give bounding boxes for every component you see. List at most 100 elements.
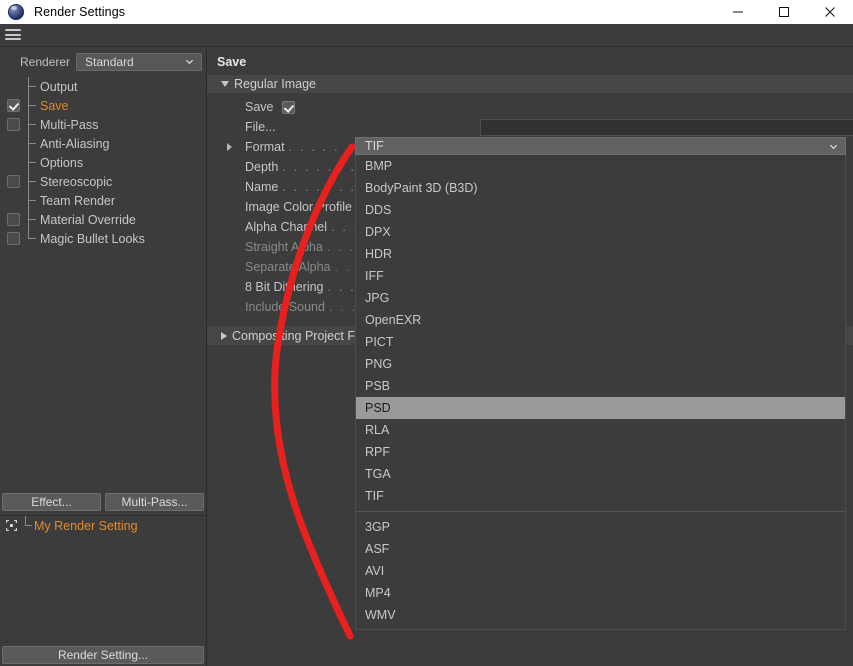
sidebar-item-multi-pass[interactable]: Multi-Pass bbox=[0, 115, 206, 134]
dropdown-option[interactable]: PSB bbox=[356, 375, 845, 397]
sidebar-item-label: Team Render bbox=[40, 193, 116, 208]
row-label: 8 Bit Dithering bbox=[245, 280, 324, 294]
window-controls bbox=[715, 0, 853, 24]
magic-bullet-looks-checkbox[interactable] bbox=[6, 232, 20, 245]
dropdown-option[interactable]: TGA bbox=[356, 463, 845, 485]
dropdown-option[interactable]: OpenEXR bbox=[356, 309, 845, 331]
checkbox-slot bbox=[0, 96, 26, 115]
sidebar-item-stereoscopic[interactable]: Stereoscopic bbox=[0, 172, 206, 191]
page-title: Save bbox=[217, 55, 247, 69]
row-label: Separate Alpha bbox=[245, 260, 331, 274]
cinema4d-logo-icon bbox=[8, 4, 24, 20]
tree-elbow bbox=[26, 134, 40, 153]
format-combobox[interactable]: TIF bbox=[355, 137, 846, 155]
dropdown-option[interactable]: BMP bbox=[356, 155, 845, 177]
checkbox-slot bbox=[0, 210, 26, 229]
render-setting-button[interactable]: Render Setting... bbox=[2, 646, 204, 664]
dropdown-option[interactable]: RLA bbox=[356, 419, 845, 441]
checkbox-slot bbox=[0, 134, 26, 153]
multi-pass-checkbox[interactable] bbox=[6, 118, 20, 131]
material-override-checkbox[interactable] bbox=[6, 213, 20, 226]
render-settings-window: Render Settings Renderer Standard Output… bbox=[0, 0, 853, 666]
file-input[interactable] bbox=[480, 119, 853, 136]
row-label: Format bbox=[245, 140, 285, 154]
sidebar-item-label: Output bbox=[40, 79, 78, 94]
dropdown-option[interactable]: TIF bbox=[356, 485, 845, 507]
sidebar-item-team-render[interactable]: Team Render bbox=[0, 191, 206, 210]
sidebar-item-output[interactable]: Output bbox=[0, 77, 206, 96]
sidebar-item-magic-bullet-looks[interactable]: Magic Bullet Looks bbox=[0, 229, 206, 248]
format-value: TIF bbox=[365, 139, 384, 153]
row-label: Straight Alpha bbox=[245, 240, 323, 254]
menu-strip bbox=[0, 24, 853, 47]
stereoscopic-checkbox[interactable] bbox=[6, 175, 20, 188]
sidebar-item-options[interactable]: Options bbox=[0, 153, 206, 172]
multi-pass-button[interactable]: Multi-Pass... bbox=[105, 493, 204, 511]
dropdown-option[interactable]: ASF bbox=[356, 538, 845, 560]
row-label: File... bbox=[245, 120, 276, 134]
dropdown-option[interactable]: DPX bbox=[356, 221, 845, 243]
dropdown-option[interactable]: JPG bbox=[356, 287, 845, 309]
checkbox-slot bbox=[0, 153, 26, 172]
checkbox-slot bbox=[0, 172, 26, 191]
group-title: Compositing Project File bbox=[232, 328, 368, 343]
regular-image-group-header[interactable]: Regular Image bbox=[207, 75, 853, 93]
sidebar-item-label: Save bbox=[40, 98, 69, 113]
save-checkbox[interactable] bbox=[281, 100, 295, 114]
tree-elbow bbox=[26, 191, 40, 210]
dropdown-option[interactable]: HDR bbox=[356, 243, 845, 265]
sidebar-item-material-override[interactable]: Material Override bbox=[0, 210, 206, 229]
checkbox-slot bbox=[0, 191, 26, 210]
row-label: Save bbox=[245, 100, 274, 114]
triangle-right-icon[interactable] bbox=[221, 331, 227, 340]
row-label: Include Sound bbox=[245, 300, 325, 314]
dropdown-option[interactable]: WMV bbox=[356, 604, 845, 626]
dropdown-separator bbox=[356, 511, 845, 512]
tree-elbow bbox=[26, 115, 40, 134]
save-checkbox[interactable] bbox=[6, 99, 20, 112]
renderer-value: Standard bbox=[85, 55, 134, 69]
row-label: Alpha Channel bbox=[245, 220, 328, 234]
dropdown-option[interactable]: AVI bbox=[356, 560, 845, 582]
format-dropdown-list: BMP BodyPaint 3D (B3D) DDS DPX HDR IFF J… bbox=[355, 155, 846, 630]
sidebar-item-anti-aliasing[interactable]: Anti-Aliasing bbox=[0, 134, 206, 153]
sidebar-item-label: Stereoscopic bbox=[40, 174, 113, 189]
sidebar-button-row: Effect... Multi-Pass... bbox=[0, 493, 206, 511]
dropdown-option-selected[interactable]: PSD bbox=[356, 397, 845, 419]
tree-elbow bbox=[26, 153, 40, 172]
minimize-icon[interactable] bbox=[715, 0, 761, 24]
maximize-icon[interactable] bbox=[761, 0, 807, 24]
tree-elbow bbox=[26, 210, 40, 229]
triangle-right-icon[interactable] bbox=[227, 143, 232, 151]
checkbox-slot bbox=[0, 115, 26, 134]
row-label: Depth bbox=[245, 160, 279, 174]
dropdown-option[interactable]: RPF bbox=[356, 441, 845, 463]
dropdown-option[interactable]: BodyPaint 3D (B3D) bbox=[356, 177, 845, 199]
dropdown-option[interactable]: 3GP bbox=[356, 516, 845, 538]
effect-button[interactable]: Effect... bbox=[2, 493, 101, 511]
close-icon[interactable] bbox=[807, 0, 853, 24]
triangle-down-icon[interactable] bbox=[221, 81, 229, 87]
checkbox-slot bbox=[0, 77, 26, 96]
dropdown-option[interactable]: MP4 bbox=[356, 582, 845, 604]
dropdown-option[interactable]: PNG bbox=[356, 353, 845, 375]
dropdown-option[interactable]: IFF bbox=[356, 265, 845, 287]
chevron-down-icon bbox=[185, 57, 194, 66]
sidebar-item-label: Magic Bullet Looks bbox=[40, 231, 145, 246]
window-title: Render Settings bbox=[34, 5, 126, 19]
list-item[interactable]: My Render Setting bbox=[0, 516, 206, 535]
dropdown-option[interactable]: PICT bbox=[356, 331, 845, 353]
checkbox-slot bbox=[0, 229, 26, 248]
sidebar-item-label: Material Override bbox=[40, 212, 136, 227]
row-file: File... ... bbox=[207, 117, 853, 137]
render-target-icon[interactable] bbox=[0, 516, 22, 535]
settings-tree: Output Save Multi-Pass Anti-Aliasing Opt… bbox=[0, 77, 206, 482]
dropdown-option[interactable]: DDS bbox=[356, 199, 845, 221]
chevron-down-icon bbox=[829, 142, 838, 151]
renderer-label: Renderer bbox=[20, 55, 71, 69]
group-title: Regular Image bbox=[234, 77, 316, 91]
hamburger-menu-icon[interactable] bbox=[5, 28, 21, 41]
renderer-select[interactable]: Standard bbox=[76, 53, 203, 71]
sidebar-item-save[interactable]: Save bbox=[0, 96, 206, 115]
row-label: Name bbox=[245, 180, 279, 194]
